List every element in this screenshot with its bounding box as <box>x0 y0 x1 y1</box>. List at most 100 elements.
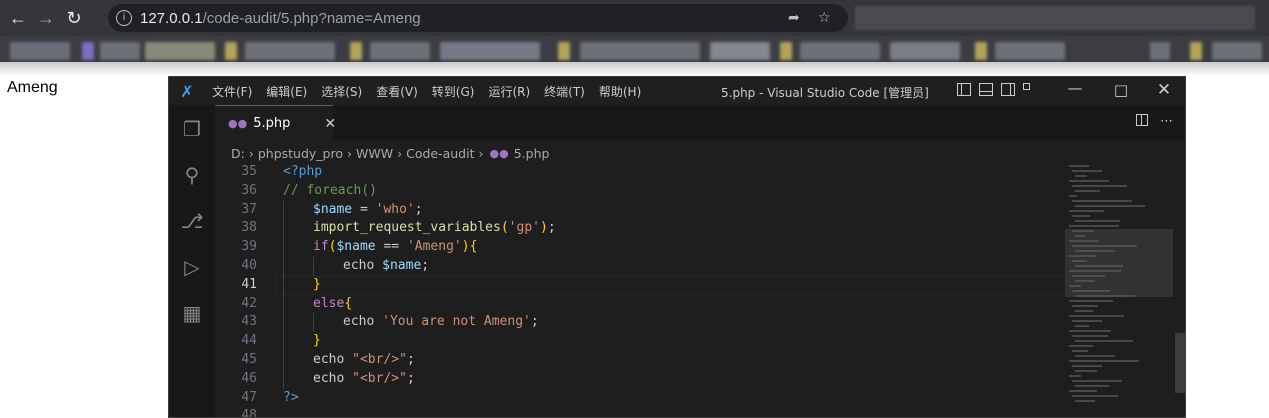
breadcrumb-item[interactable]: phpstudy_pro <box>258 146 343 161</box>
bookmark-item[interactable] <box>245 42 335 60</box>
code-line[interactable]: 46 echo "<br/>"; <box>215 369 1065 389</box>
url-path: /code-audit/5.php?name=Ameng <box>202 9 421 27</box>
share-icon[interactable]: ➦ <box>788 9 800 26</box>
menu-item[interactable]: 帮助(H) <box>592 83 648 100</box>
code-text: <?php <box>283 164 323 179</box>
minimap-line <box>1075 235 1085 237</box>
breadcrumb-item[interactable]: WWW <box>356 146 393 161</box>
minimap-line <box>1072 200 1132 202</box>
toggle-panel-icon[interactable] <box>979 83 993 96</box>
bookmark-star-icon[interactable]: ☆ <box>818 9 831 26</box>
close-tab-icon[interactable]: ✕ <box>324 115 336 132</box>
code-text: ?> <box>283 389 299 405</box>
code-line[interactable]: 37 $name = 'who'; <box>215 200 1065 220</box>
split-editor-icon[interactable] <box>1136 114 1148 126</box>
code-line[interactable]: 45 echo "<br/>"; <box>215 350 1065 370</box>
bookmark-item[interactable] <box>800 42 880 60</box>
more-actions-icon[interactable]: ⋯ <box>1160 113 1173 129</box>
bookmark-item[interactable] <box>995 42 1065 60</box>
bookmark-item[interactable] <box>370 42 430 60</box>
menu-item[interactable]: 编辑(E) <box>259 83 314 100</box>
minimap-line <box>1075 220 1120 222</box>
url-text[interactable]: 127.0.0.1/code-audit/5.php?name=Ameng <box>140 10 421 27</box>
indent-guide <box>283 369 284 389</box>
breadcrumb-item[interactable]: 5.php <box>514 146 550 161</box>
address-bar[interactable]: i 127.0.0.1/code-audit/5.php?name=Ameng … <box>108 4 848 32</box>
bookmark-item[interactable] <box>440 42 540 60</box>
customize-layout-icon[interactable] <box>1023 83 1037 96</box>
reload-icon[interactable]: ↻ <box>60 4 88 32</box>
bookmark-item[interactable] <box>975 42 987 60</box>
search-icon[interactable]: ⚲ <box>180 163 204 187</box>
bookmark-item[interactable] <box>225 42 237 60</box>
editor-area: ●● 5.php ✕ ⋯ D: › phpstudy_pro › WWW › Code-au… <box>215 105 1185 417</box>
menu-item[interactable]: 转到(G) <box>425 83 482 100</box>
code-line[interactable]: 42 else{ <box>215 294 1065 314</box>
extensions-icon[interactable]: ▦ <box>180 301 204 325</box>
close-window-icon[interactable]: ✕ <box>1154 80 1174 100</box>
toggle-sidebar-icon[interactable] <box>957 83 971 96</box>
scrollbar-thumb[interactable] <box>1175 333 1185 393</box>
code-line[interactable]: 44} <box>215 332 1065 351</box>
run-debug-icon[interactable]: ▷ <box>180 255 204 279</box>
bookmark-item[interactable] <box>145 42 215 60</box>
bookmark-item[interactable] <box>1212 42 1262 60</box>
code-line[interactable]: 36 // foreach() <box>215 182 1065 201</box>
code-line[interactable]: 48 <box>215 407 1065 417</box>
forward-arrow-icon[interactable]: → <box>32 4 60 32</box>
bookmark-item[interactable] <box>780 42 792 60</box>
bookmark-item[interactable] <box>1150 42 1170 60</box>
site-info-icon[interactable]: i <box>116 10 132 26</box>
minimap-line <box>1075 340 1133 342</box>
code-text: echo 'You are not Ameng'; <box>343 314 539 330</box>
bookmark-item[interactable] <box>580 42 700 60</box>
minimap[interactable] <box>1065 163 1175 417</box>
minimap-line <box>1075 385 1109 387</box>
source-control-icon[interactable]: ⎇ <box>180 209 204 233</box>
bookmark-item[interactable] <box>82 42 94 60</box>
menu-item[interactable]: 文件(F) <box>205 83 259 100</box>
code-text: echo "<br/>"; <box>313 370 415 386</box>
menu-item[interactable]: 选择(S) <box>314 83 369 100</box>
explorer-icon[interactable]: ❐ <box>180 117 204 141</box>
chevron-right-icon: › <box>248 145 254 161</box>
code-line[interactable]: 40 echo $name; <box>215 256 1065 276</box>
bookmark-item[interactable] <box>100 42 140 60</box>
code-line[interactable]: 39 if($name == 'Ameng'){ <box>215 238 1065 257</box>
vscode-window: ✗ 文件(F) 编辑(E) 选择(S) 查看(V) 转到(G) 运行(R) 终端(T) 帮助(… <box>168 76 1186 418</box>
line-number: 40 <box>241 257 257 273</box>
minimize-icon[interactable]: — <box>1065 79 1085 97</box>
code-line[interactable]: 47 ?> <box>215 389 1065 408</box>
title-bar: ✗ 文件(F) 编辑(E) 选择(S) 查看(V) 转到(G) 运行(R) 终端(T) 帮助(… <box>169 77 1185 105</box>
bookmark-item[interactable] <box>890 42 960 60</box>
maximize-icon[interactable]: □ <box>1111 81 1131 99</box>
breadcrumb-item[interactable]: D: <box>231 146 245 161</box>
tab-5-php[interactable]: ●● 5.php ✕ <box>215 105 336 140</box>
breadcrumb-item[interactable]: Code-audit <box>406 146 474 161</box>
layout-controls <box>957 83 1037 96</box>
back-arrow-icon[interactable]: ← <box>4 4 32 32</box>
bookmark-item[interactable] <box>1190 42 1202 60</box>
vertical-scrollbar[interactable] <box>1175 163 1185 417</box>
code-line[interactable]: 41} <box>215 275 1067 295</box>
bookmark-item[interactable] <box>710 42 770 60</box>
menu-item[interactable]: 运行(R) <box>481 83 537 100</box>
menu-bar: 文件(F) 编辑(E) 选择(S) 查看(V) 转到(G) 运行(R) 终端(T) 帮助(H) <box>205 83 648 100</box>
menu-item[interactable]: 终端(T) <box>537 83 592 100</box>
window-title: 5.php - Visual Studio Code [管理员] <box>721 86 929 100</box>
code-line[interactable]: 38 import_request_variables('gp'); <box>215 219 1065 239</box>
bookmark-item[interactable] <box>10 42 70 60</box>
code-line[interactable]: 43 echo 'You are not Ameng'; <box>215 313 1065 333</box>
indent-guide <box>283 275 284 295</box>
bookmark-item[interactable] <box>350 42 362 60</box>
bookmark-item[interactable] <box>558 42 570 60</box>
minimap-line <box>1075 355 1115 357</box>
code-line[interactable]: 35 <?php <box>215 163 1065 182</box>
minimap-line <box>1072 305 1098 307</box>
menu-item[interactable]: 查看(V) <box>369 83 425 100</box>
code-editor[interactable]: 35 <?php 36 // foreach() 37 $name = 'who'; 38 i… <box>215 163 1067 417</box>
minimap-line <box>1075 370 1097 372</box>
code-text: } <box>313 276 321 292</box>
minimap-line <box>1069 180 1109 182</box>
toggle-secondary-sidebar-icon[interactable] <box>1001 83 1015 96</box>
